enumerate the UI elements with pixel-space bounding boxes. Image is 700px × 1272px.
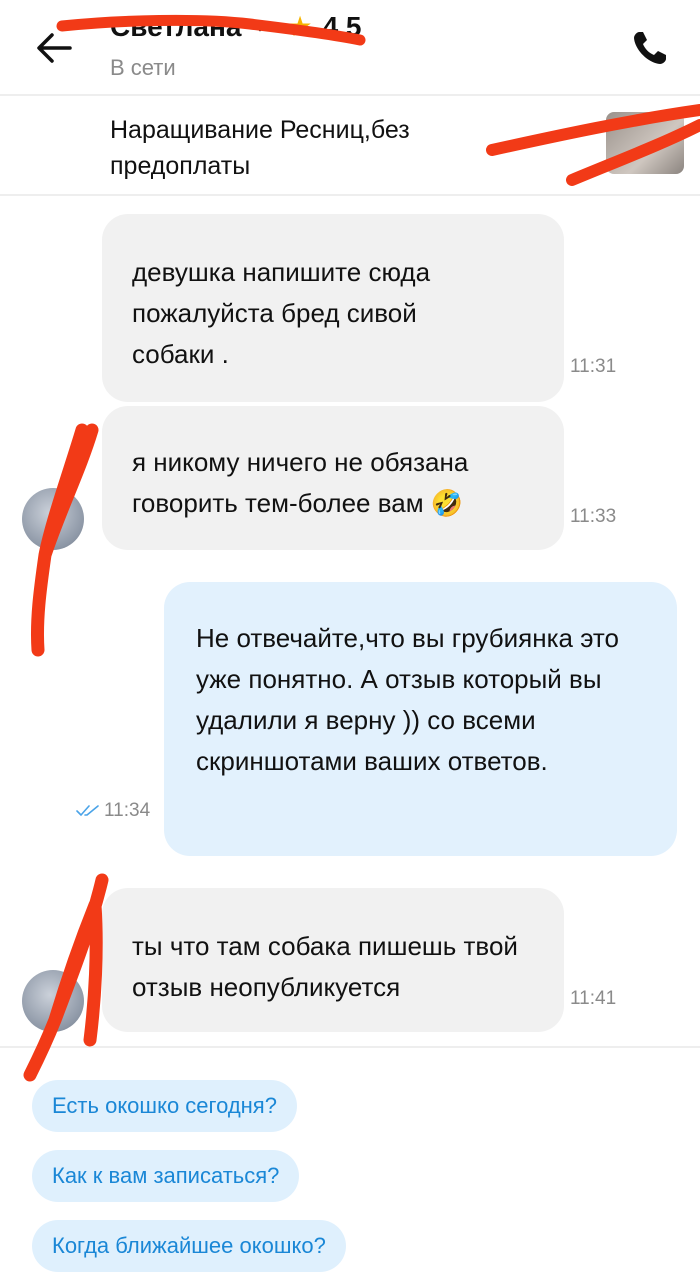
message-time-outgoing: 11:34 bbox=[76, 800, 150, 822]
listing-bar[interactable]: Наращивание Ресниц,без предоплаты bbox=[0, 96, 700, 194]
quick-reply-chip[interactable]: Как к вам записаться? bbox=[32, 1150, 300, 1202]
message-time: 11:31 bbox=[570, 356, 617, 377]
contact-title[interactable]: Светлана ★ 4,5 bbox=[110, 10, 362, 43]
contact-rating: 4,5 bbox=[322, 10, 362, 42]
message-text: Не отвечайте,что вы грубиянка это уже по… bbox=[196, 623, 619, 776]
star-icon: ★ bbox=[287, 11, 313, 42]
contact-avatar[interactable] bbox=[22, 970, 84, 1032]
quick-replies-divider bbox=[0, 1046, 700, 1048]
message-time: 11:33 bbox=[570, 506, 617, 527]
message-bubble[interactable]: девушка напишите сюда пожалуйста бред си… bbox=[102, 214, 616, 402]
quick-reply-chip[interactable]: Есть окошко сегодня? bbox=[32, 1080, 297, 1132]
listing-thumbnail[interactable] bbox=[606, 112, 684, 174]
phone-icon[interactable] bbox=[630, 28, 670, 68]
message-bubble[interactable]: я никому ничего не обязана говорить тем-… bbox=[102, 406, 616, 550]
read-ticks-icon bbox=[76, 805, 99, 816]
message-text: ты что там собака пишешь твой отзыв неоп… bbox=[132, 931, 518, 1002]
quick-reply-chip[interactable]: Когда ближайшее окошко? bbox=[32, 1220, 346, 1272]
message-text: я никому ничего не обязана говорить тем-… bbox=[132, 447, 469, 518]
listing-title: Наращивание Ресниц,без предоплаты bbox=[110, 116, 410, 180]
message-text: девушка напишите сюда пожалуйста бред си… bbox=[132, 257, 431, 369]
chevron-down-icon bbox=[253, 22, 268, 31]
online-status: В сети bbox=[110, 55, 176, 80]
message-bubble-outgoing[interactable]: Не отвечайте,что вы грубиянка это уже по… bbox=[164, 582, 677, 856]
message-bubble[interactable]: ты что там собака пишешь твой отзыв неоп… bbox=[102, 888, 616, 1032]
contact-name: Светлана bbox=[110, 10, 242, 42]
listing-divider bbox=[0, 194, 700, 196]
chat-header: Светлана ★ 4,5 В сети bbox=[0, 0, 700, 94]
contact-avatar[interactable] bbox=[22, 488, 84, 550]
message-time: 11:41 bbox=[570, 988, 617, 1009]
back-arrow-icon[interactable] bbox=[32, 26, 76, 70]
